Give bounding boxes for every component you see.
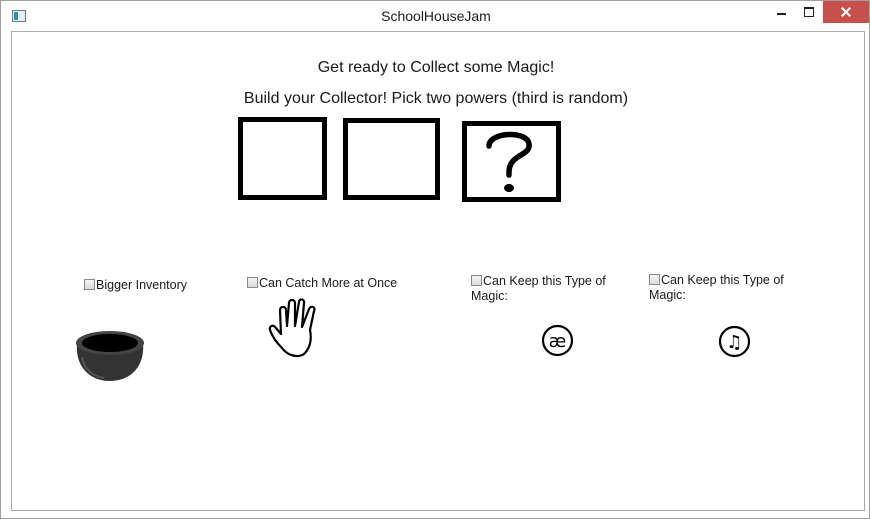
keep-magic-1-label: Can Keep this Type of Magic:: [471, 274, 606, 303]
music-note-icon: ♫: [718, 325, 751, 358]
svg-text:æ: æ: [549, 331, 567, 352]
catch-more-label: Can Catch More at Once: [259, 276, 398, 290]
power-slot-random: [462, 121, 561, 202]
catch-more-checkbox[interactable]: [247, 277, 258, 288]
bigger-inventory-checkbox[interactable]: [84, 279, 95, 290]
svg-text:♫: ♫: [726, 332, 742, 353]
question-mark-icon: [486, 131, 532, 192]
minimize-button[interactable]: [767, 1, 795, 23]
ae-ligature-icon: æ: [541, 324, 574, 357]
power-slot-2: [343, 118, 440, 200]
instructions-heading: Build your Collector! Pick two powers (t…: [243, 90, 629, 107]
bigger-inventory-label: Bigger Inventory: [96, 278, 188, 292]
app-window: SchoolHouseJam Get ready to Collect some…: [0, 0, 870, 519]
window-title: SchoolHouseJam: [381, 8, 491, 24]
power-slot-1: [238, 117, 327, 200]
power-option-keep-magic-1[interactable]: Can Keep this Type of Magic:: [471, 274, 611, 304]
keep-magic-2-checkbox[interactable]: [649, 274, 660, 285]
maximize-button[interactable]: [795, 1, 823, 23]
intro-heading: Get ready to Collect some Magic!: [317, 59, 555, 76]
power-option-catch-more[interactable]: Can Catch More at Once: [247, 276, 447, 291]
keep-magic-1-checkbox[interactable]: [471, 275, 482, 286]
hand-icon: [268, 298, 316, 358]
cauldron-icon: [76, 331, 144, 381]
keep-magic-2-label: Can Keep this Type of Magic:: [649, 273, 784, 302]
power-option-bigger-inventory[interactable]: Bigger Inventory: [84, 278, 224, 293]
title-bar[interactable]: SchoolHouseJam: [1, 1, 869, 31]
close-button[interactable]: [823, 1, 869, 23]
power-option-keep-magic-2[interactable]: Can Keep this Type of Magic:: [649, 273, 789, 303]
